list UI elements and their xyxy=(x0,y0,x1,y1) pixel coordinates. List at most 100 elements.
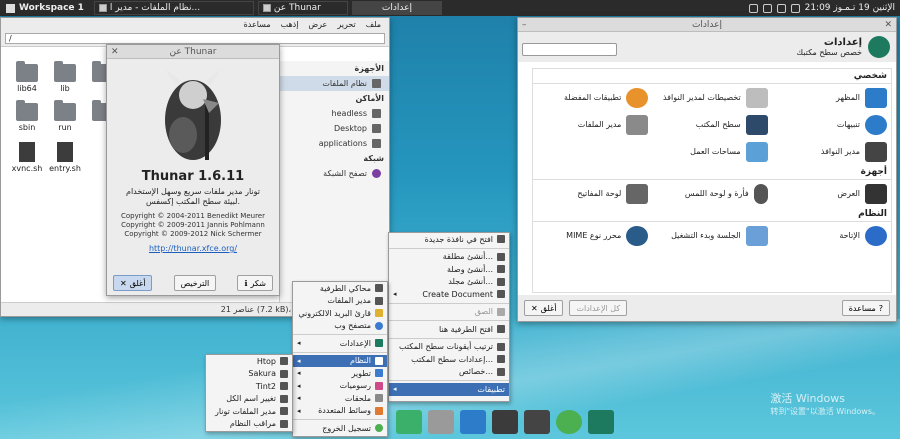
globe-icon xyxy=(375,321,383,330)
setting-desktop[interactable]: سطح المكتب xyxy=(652,111,771,138)
all-settings-button[interactable]: كل الإعدادات xyxy=(569,300,628,316)
setting-appearance[interactable]: المظهر xyxy=(772,84,891,111)
menu-item-sakura[interactable]: Sakura xyxy=(206,368,292,381)
menu-item-properties[interactable]: خصائص... xyxy=(389,366,509,379)
menu-item-mail-reader[interactable]: قارئ البريد الالكتروني xyxy=(293,307,387,320)
file-manager-dock-icon[interactable] xyxy=(396,409,422,434)
menu-item-htop[interactable]: Htop xyxy=(206,355,292,368)
close-icon: ✕ xyxy=(531,303,538,313)
menu-edit[interactable]: تحرير xyxy=(337,20,355,29)
setting-mouse[interactable]: فأرة و لوحة اللمس xyxy=(652,180,771,207)
setting-accessibility[interactable]: الإتاحة xyxy=(772,222,891,249)
setting-file-manager[interactable]: مدير الملفات xyxy=(533,111,652,138)
setting-session[interactable]: الجلسة وبدء التشغيل xyxy=(652,222,771,249)
sidebar-item-desktop[interactable]: Desktop xyxy=(280,121,389,136)
sidebar-item-headless[interactable]: headless xyxy=(280,106,389,121)
submenu-arrow-icon: ◂ xyxy=(297,369,301,378)
clock[interactable]: 21:09 الإثنين 19 تـمـوز xyxy=(805,3,895,13)
license-button[interactable]: الترخيص xyxy=(173,275,217,291)
category-personal: شخصي xyxy=(533,69,891,84)
menu-item-open-new-window[interactable]: افتح في نافذة جديدة xyxy=(389,233,509,246)
menu-item-multimedia[interactable]: ◂ وسائط المتعددة xyxy=(293,405,387,418)
setting-window-manager[interactable]: مدير النوافذ xyxy=(772,138,891,165)
workspace-switcher[interactable]: Workspace 1 xyxy=(0,3,90,13)
menu-item-applications[interactable]: ◂ تطبيقات xyxy=(389,383,509,396)
window-controls[interactable]: ✕ xyxy=(111,47,119,57)
setting-mime[interactable]: محرر نوع MIME xyxy=(533,222,652,249)
task-filemanager[interactable]: نظام الملفات - مدير ا... xyxy=(93,1,254,15)
setting-preferred-apps[interactable]: تطبيقات المفضلة xyxy=(533,84,652,111)
system-submenu: Htop Sakura Tint2 تغيير اسم الكل مدير ال… xyxy=(205,354,293,432)
terminal-dock-icon[interactable] xyxy=(492,409,518,434)
menu-item-file-manager[interactable]: مدير الملفات xyxy=(293,295,387,308)
menu-item-paste[interactable]: الصق xyxy=(389,306,509,319)
file-item[interactable]: lib xyxy=(47,61,83,93)
tray-icon[interactable] xyxy=(748,3,758,13)
workspaces-icon xyxy=(745,141,768,162)
close-button[interactable]: ✕ أغلق xyxy=(524,300,564,316)
logout-dock-icon[interactable] xyxy=(556,409,582,434)
menu-item-task-manager[interactable]: مراقب النظام xyxy=(206,418,292,431)
menu-item-logout[interactable]: تسجيل الخروج xyxy=(293,422,387,435)
setting-workspaces[interactable]: مساحات العمل xyxy=(652,138,771,165)
credits-button[interactable]: ℹ شكر xyxy=(237,275,273,291)
settings-manager-dock-icon[interactable] xyxy=(588,409,614,434)
menu-item-tint2[interactable]: Tint2 xyxy=(206,380,292,393)
window-controls-left[interactable]: – xyxy=(522,20,527,30)
file-item[interactable]: entry.sh xyxy=(47,142,83,173)
menu-item-development[interactable]: ◂ تطوير xyxy=(293,367,387,380)
volume-icon[interactable] xyxy=(776,3,786,13)
dock xyxy=(392,404,618,439)
info-icon: ℹ xyxy=(244,278,248,288)
menu-item-settings[interactable]: ◂ الإعدادات xyxy=(293,337,387,350)
search-input[interactable] xyxy=(522,43,617,56)
tray-icon[interactable] xyxy=(762,3,772,13)
menu-item-thunar[interactable]: مدير الملفات تونار xyxy=(206,405,292,418)
menu-item-desktop-settings[interactable]: إعدادات سطح المكتب... xyxy=(389,353,509,366)
activation-watermark: 激活 Windows 转到"设置"以激活 Windows。 xyxy=(770,392,880,416)
setting-display[interactable]: العرض xyxy=(772,180,891,207)
menu-view[interactable]: عرض xyxy=(308,20,327,29)
menu-item-create-document[interactable]: ◂ Create Document xyxy=(389,288,509,301)
terminal-dock-icon[interactable] xyxy=(524,409,550,434)
close-button[interactable]: ✕ أغلق xyxy=(113,275,153,291)
file-item[interactable]: sbin xyxy=(9,100,45,132)
menu-item-system[interactable]: ◂ النظام xyxy=(293,354,387,367)
sidebar-item-applications[interactable]: applications xyxy=(280,136,389,151)
menu-item-bulk-rename[interactable]: تغيير اسم الكل xyxy=(206,393,292,406)
setting-wm-tweaks[interactable]: تخصيطات لمدير النوافذ xyxy=(652,84,771,111)
task-about[interactable]: عن Thunar xyxy=(257,1,348,15)
help-button[interactable]: مساعدة? xyxy=(841,300,890,316)
setting-notifications[interactable]: تنبيهات xyxy=(772,111,891,138)
file-item[interactable]: xvnc.sh xyxy=(9,142,45,173)
file-item[interactable]: run xyxy=(47,100,83,132)
menu-item-graphics[interactable]: ◂ رسوميات xyxy=(293,380,387,393)
files-dock-icon[interactable] xyxy=(428,409,454,434)
menu-item-arrange-icons[interactable]: ترتيب أيقونات سطح المكتب xyxy=(389,341,509,354)
sidebar-item-browse-network[interactable]: تصفح الشبكة xyxy=(280,166,389,181)
network-icon[interactable] xyxy=(790,3,800,13)
menu-file[interactable]: ملف xyxy=(366,20,381,29)
setting-keyboard[interactable]: لوحة المفاتيح xyxy=(533,180,652,207)
menu-item-open-terminal[interactable]: افتح الطرفية هنا xyxy=(389,323,509,336)
separator xyxy=(389,302,509,304)
window-controls[interactable]: ✕ xyxy=(884,20,892,30)
workspace-icon xyxy=(6,3,15,13)
menu-help[interactable]: مساعدة xyxy=(244,20,271,29)
sidebar-item-filesystem[interactable]: نظام الملفات xyxy=(280,76,389,91)
website-link[interactable]: http://thunar.xfce.org/ xyxy=(107,244,279,253)
menu-item-create-launcher[interactable]: أنشئ مطلقة... xyxy=(389,251,509,264)
menu-item-accessories[interactable]: ◂ ملحقات xyxy=(293,392,387,405)
file-item[interactable]: lib64 xyxy=(9,61,45,93)
menu-item-create-folder[interactable]: أنشئ مجلد... xyxy=(389,276,509,289)
window-titlebar: – إعدادات ✕ xyxy=(518,18,896,32)
task-settings[interactable]: إعدادات xyxy=(351,1,442,15)
menu-go[interactable]: إذهب xyxy=(281,20,299,29)
menu-item-web-browser[interactable]: متصفح وب xyxy=(293,320,387,333)
menu-item-terminal[interactable]: محاكي الطرفية xyxy=(293,282,387,295)
submenu-arrow-icon: ◂ xyxy=(393,385,397,394)
folder-icon xyxy=(497,277,505,286)
location-field[interactable]: / xyxy=(5,33,385,44)
menu-item-create-link[interactable]: أنشئ وصلة... xyxy=(389,263,509,276)
settings-dock-icon[interactable] xyxy=(460,409,486,434)
